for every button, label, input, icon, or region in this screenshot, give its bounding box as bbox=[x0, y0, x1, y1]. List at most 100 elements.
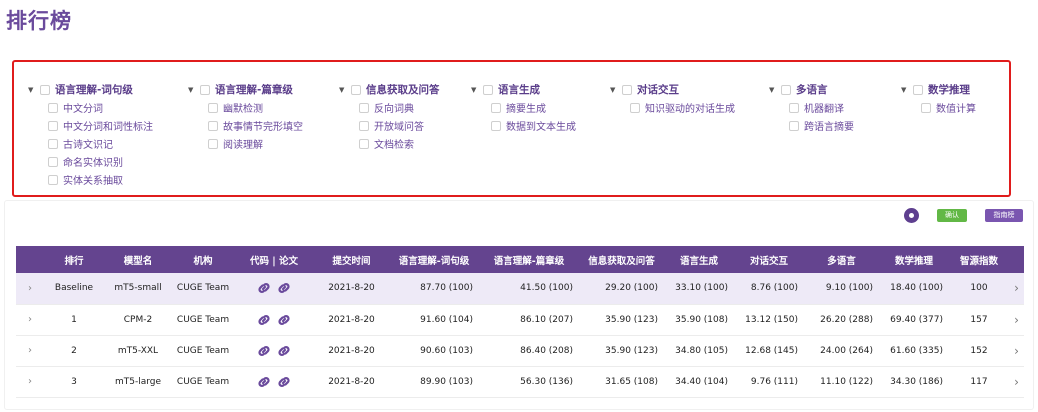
caret-down-icon[interactable]: ▼ bbox=[28, 86, 40, 94]
header-cell: 排行 bbox=[64, 255, 84, 267]
model-cell: mT5-XXL bbox=[117, 345, 159, 356]
item-label: 阅读理解 bbox=[223, 140, 263, 151]
item-label: 古诗文识记 bbox=[63, 140, 113, 151]
caret-down-icon[interactable]: ▼ bbox=[769, 86, 781, 94]
score-cell: 86.10 (207) bbox=[520, 314, 573, 325]
item-label: 摘要生成 bbox=[506, 104, 546, 115]
header-cell: 代码 | 论文 bbox=[249, 255, 299, 267]
item-label: 数据到文本生成 bbox=[506, 122, 576, 133]
item-checkbox[interactable] bbox=[48, 138, 58, 149]
chevron-right-icon[interactable]: › bbox=[1009, 335, 1024, 366]
chevron-right-icon[interactable]: › bbox=[1009, 366, 1024, 397]
code-link-icon[interactable] bbox=[256, 374, 272, 390]
table-row[interactable]: › 1 CPM-2 CUGE Team 2021-8-20 91.60 (104… bbox=[16, 304, 1024, 335]
header-cell: 模型名 bbox=[123, 255, 153, 267]
rank-cell: Baseline bbox=[54, 283, 94, 294]
item-checkbox[interactable] bbox=[921, 102, 931, 113]
item-checkbox[interactable] bbox=[48, 174, 58, 185]
item-checkbox[interactable] bbox=[48, 120, 58, 131]
item-label: 跨语言摘要 bbox=[804, 122, 854, 133]
item-checkbox[interactable] bbox=[359, 138, 369, 149]
model-cell: mT5-large bbox=[114, 376, 162, 387]
item-checkbox[interactable] bbox=[789, 102, 799, 113]
item-checkbox[interactable] bbox=[208, 120, 218, 131]
group-checkbox[interactable] bbox=[622, 84, 632, 95]
caret-down-icon[interactable]: ▼ bbox=[339, 86, 351, 94]
paper-link-icon[interactable] bbox=[276, 312, 292, 328]
leaderboard-table: 排行 模型名 机构 代码 | 论文 提交时间 语言理解-词句级 语言理解-篇章级… bbox=[16, 246, 1024, 398]
index-cell: 117 bbox=[970, 376, 988, 387]
item-checkbox[interactable] bbox=[208, 102, 218, 113]
links-cell bbox=[234, 273, 314, 304]
code-link-icon[interactable] bbox=[256, 343, 272, 359]
index-cell: 100 bbox=[970, 283, 988, 294]
score-cell: 12.68 (145) bbox=[745, 345, 798, 356]
chevron-right-icon[interactable]: › bbox=[1009, 304, 1024, 335]
caret-down-icon[interactable]: ▼ bbox=[610, 86, 622, 94]
org-cell: CUGE Team bbox=[176, 283, 230, 294]
paper-link-icon[interactable] bbox=[276, 374, 292, 390]
score-cell: 9.76 (111) bbox=[750, 376, 798, 387]
item-checkbox[interactable] bbox=[48, 156, 58, 167]
item-label: 文档检索 bbox=[374, 140, 414, 151]
code-link-icon[interactable] bbox=[256, 312, 272, 328]
score-cell: 33.10 (100) bbox=[675, 283, 728, 294]
score-cell: 61.60 (335) bbox=[890, 345, 943, 356]
score-cell: 69.40 (377) bbox=[890, 314, 943, 325]
group-label: 语言理解-篇章级 bbox=[215, 84, 293, 96]
caret-down-icon[interactable]: ▼ bbox=[901, 86, 913, 94]
confirm-button[interactable]: 确认 bbox=[937, 209, 967, 222]
header-cell: 语言理解-词句级 bbox=[398, 255, 470, 267]
group-checkbox[interactable] bbox=[351, 84, 361, 95]
score-cell: 29.20 (100) bbox=[605, 283, 658, 294]
item-label: 机器翻译 bbox=[804, 104, 844, 115]
group-checkbox[interactable] bbox=[913, 84, 923, 95]
group-label: 语言理解-词句级 bbox=[55, 84, 133, 96]
score-cell: 34.30 (186) bbox=[890, 376, 943, 387]
header-cell: 提交时间 bbox=[332, 255, 371, 267]
leaderboard-button[interactable]: 指南榜 bbox=[985, 209, 1023, 222]
caret-down-icon[interactable]: ▼ bbox=[471, 86, 483, 94]
group-checkbox[interactable] bbox=[483, 84, 493, 95]
header-cell: 对话交互 bbox=[749, 255, 788, 267]
table-header-row: 排行 模型名 机构 代码 | 论文 提交时间 语言理解-词句级 语言理解-篇章级… bbox=[16, 246, 1024, 273]
score-cell: 35.90 (108) bbox=[675, 314, 728, 325]
item-checkbox[interactable] bbox=[630, 102, 640, 113]
table-row[interactable]: › Baseline mT5-small CUGE Team 2021-8-20… bbox=[16, 273, 1024, 304]
item-checkbox[interactable] bbox=[491, 102, 501, 113]
item-checkbox[interactable] bbox=[359, 102, 369, 113]
item-checkbox[interactable] bbox=[208, 138, 218, 149]
score-cell: 87.70 (100) bbox=[420, 283, 473, 294]
page-title: 排行榜 bbox=[6, 9, 72, 33]
group-checkbox[interactable] bbox=[40, 84, 50, 95]
org-cell: CUGE Team bbox=[176, 314, 230, 325]
model-cell: CPM-2 bbox=[123, 314, 153, 325]
item-label: 反向词典 bbox=[374, 104, 414, 115]
caret-down-icon[interactable]: ▼ bbox=[188, 86, 200, 94]
item-checkbox[interactable] bbox=[789, 120, 799, 131]
chevron-right-icon[interactable]: › bbox=[16, 273, 44, 304]
item-label: 中文分词和词性标注 bbox=[63, 122, 153, 133]
score-cell: 11.10 (122) bbox=[820, 376, 873, 387]
group-checkbox[interactable] bbox=[781, 84, 791, 95]
table-row[interactable]: › 3 mT5-large CUGE Team 2021-8-20 89.90 … bbox=[16, 366, 1024, 397]
item-checkbox[interactable] bbox=[491, 120, 501, 131]
score-cell: 35.90 (123) bbox=[605, 314, 658, 325]
header-cell: 机构 bbox=[193, 255, 213, 267]
header-cell: 语言生成 bbox=[679, 255, 718, 267]
paper-link-icon[interactable] bbox=[276, 343, 292, 359]
radio-toggle-icon[interactable] bbox=[904, 208, 919, 223]
chevron-right-icon[interactable]: › bbox=[16, 304, 44, 335]
chevron-right-icon[interactable]: › bbox=[16, 366, 44, 397]
date-cell: 2021-8-20 bbox=[328, 345, 375, 356]
item-checkbox[interactable] bbox=[359, 120, 369, 131]
chevron-right-icon[interactable]: › bbox=[16, 335, 44, 366]
code-link-icon[interactable] bbox=[256, 280, 272, 296]
item-checkbox[interactable] bbox=[48, 102, 58, 113]
table-row[interactable]: › 2 mT5-XXL CUGE Team 2021-8-20 90.60 (1… bbox=[16, 335, 1024, 366]
score-cell: 86.40 (208) bbox=[520, 345, 573, 356]
group-checkbox[interactable] bbox=[200, 84, 210, 95]
org-cell: CUGE Team bbox=[176, 376, 230, 387]
chevron-right-icon[interactable]: › bbox=[1009, 273, 1024, 304]
paper-link-icon[interactable] bbox=[276, 280, 292, 296]
